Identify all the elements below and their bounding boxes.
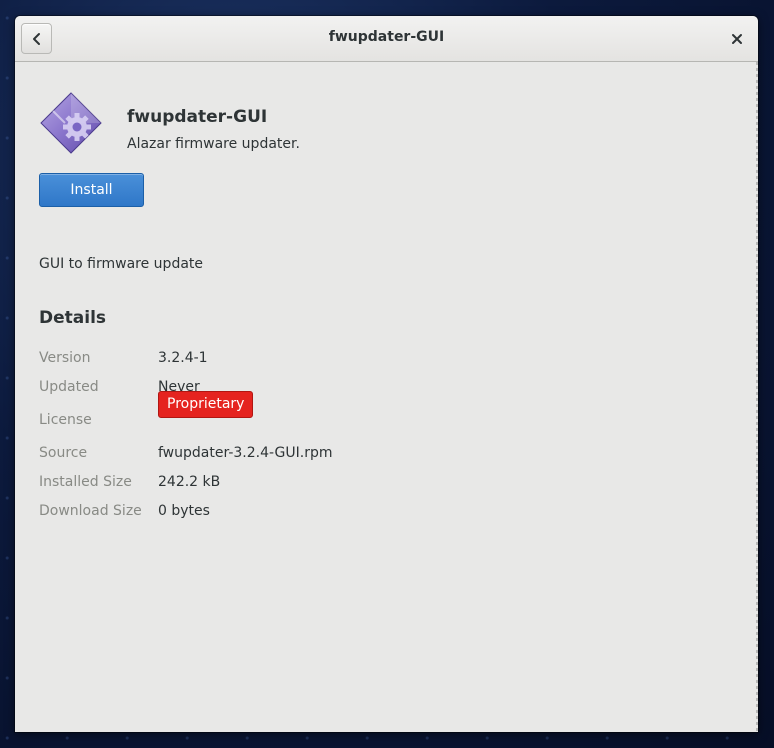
resize-edge[interactable] [756,62,758,732]
app-name: fwupdater-GUI [127,107,268,127]
header-bar: fwupdater-GUI [15,16,758,62]
app-summary: Alazar firmware updater. [127,136,300,152]
app-details-page: fwupdater-GUI Alazar firmware updater. I… [15,62,758,732]
detail-label-source: Source [39,445,88,461]
window-title: fwupdater-GUI [328,29,445,45]
detail-label-license: License [39,412,92,428]
software-details-window: fwupdater-GUI fwupdater-GUI Alazar firmw… [15,16,758,732]
app-description: GUI to firmware update [39,256,204,272]
detail-label-installed-size: Installed Size [39,474,132,490]
detail-label-download-size: Download Size [39,503,142,519]
install-button[interactable]: Install [39,173,144,207]
details-heading: Details [39,308,107,328]
detail-value-download-size: 0 bytes [158,503,210,519]
detail-value-installed-size: 242.2 kB [158,474,221,490]
license-badge[interactable]: Proprietary [158,391,254,418]
application-package-icon [39,91,103,155]
detail-value-source: fwupdater-3.2.4-GUI.rpm [158,445,333,461]
detail-label-version: Version [39,350,91,366]
close-button[interactable] [726,28,748,50]
close-icon [731,30,743,49]
detail-value-version: 3.2.4-1 [158,350,208,366]
detail-label-updated: Updated [39,379,99,395]
